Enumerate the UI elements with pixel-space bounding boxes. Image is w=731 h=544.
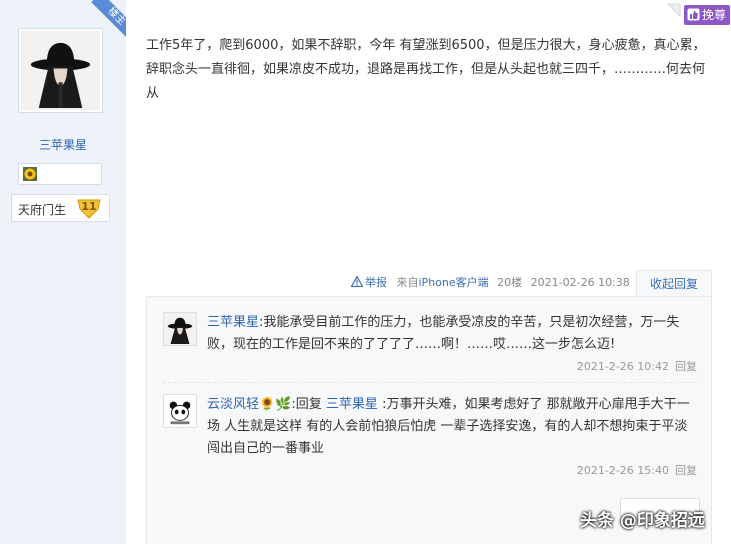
sunflower-medal-icon — [23, 167, 37, 181]
reply-target[interactable]: 三苹果星 — [326, 397, 378, 412]
panda-avatar-image — [164, 395, 196, 427]
save-button-label: 挽尊 — [702, 8, 727, 22]
level-name: 天府门生 — [18, 203, 67, 217]
post-time: 2021-02-26 10:38 — [530, 276, 630, 289]
save-button[interactable]: 挽尊 — [684, 5, 730, 25]
reply-button[interactable]: 回复 — [675, 464, 697, 477]
reply-content: 云淡风轻🌻🌿:回复 三苹果星 :万事开头难，如果考虑好了 那就敞开心扉甩手大干一… — [207, 394, 697, 460]
avatar-image — [21, 31, 100, 110]
reply-footer: 2021-2-26 10:42 回复 — [577, 358, 697, 374]
author-emoji: 🌻🌿 — [259, 397, 292, 412]
author-sidebar: 楼主 三苹果星 天府门生 11 — [0, 0, 126, 544]
collapse-replies-button[interactable]: 收起回复 — [636, 270, 712, 296]
reply-content: 三苹果星:我能承受目前工作的压力，也能承受凉皮的辛苦，只是初次经营，万一失败，现… — [207, 312, 697, 356]
warning-icon — [351, 276, 363, 287]
report-label: 举报 — [365, 276, 387, 289]
reply-word: :回复 — [291, 397, 322, 412]
reply-avatar[interactable] — [163, 394, 197, 428]
reply-time: 2021-2-26 10:42 — [576, 360, 669, 373]
reply-divider — [163, 382, 697, 383]
reply-time: 2021-2-26 15:40 — [576, 464, 669, 477]
reply-button[interactable]: 回复 — [675, 360, 697, 373]
reply-author[interactable]: 三苹果星 — [207, 315, 259, 330]
page-fold-icon — [666, 3, 681, 18]
report-link[interactable]: 举报 — [351, 276, 391, 289]
watermark: 头条 @印象招远 — [580, 511, 705, 531]
author-avatar[interactable] — [18, 28, 103, 113]
post-meta: 举报 来自iPhone客户端 20楼 2021-02-26 10:38 — [351, 274, 630, 290]
level-badge: 11 — [76, 197, 102, 219]
client-info: 来自iPhone客户端 — [397, 276, 489, 289]
client-prefix: 来自 — [396, 276, 419, 289]
medal-box — [18, 163, 102, 185]
thumb-icon — [687, 8, 700, 21]
reply-avatar[interactable] — [163, 312, 197, 346]
avatar-image — [164, 313, 196, 345]
author-username[interactable]: 三苹果星 — [0, 136, 126, 153]
level-number: 11 — [81, 200, 97, 213]
reply-footer: 2021-2-26 15:40 回复 — [577, 462, 697, 478]
reply-text: 我能承受目前工作的压力，也能承受凉皮的辛苦，只是初次经营，万一失败，现在的工作是… — [207, 315, 680, 352]
user-level: 天府门生 11 — [11, 194, 110, 222]
floor-number: 20楼 — [497, 276, 523, 289]
client-link[interactable]: iPhone客户端 — [419, 276, 489, 289]
reply-author[interactable]: 云淡风轻 — [207, 397, 259, 412]
post-content: 工作5年了，爬到6000，如果不辞职，今年 有望涨到6500，但是压力很大，身心… — [146, 38, 706, 101]
